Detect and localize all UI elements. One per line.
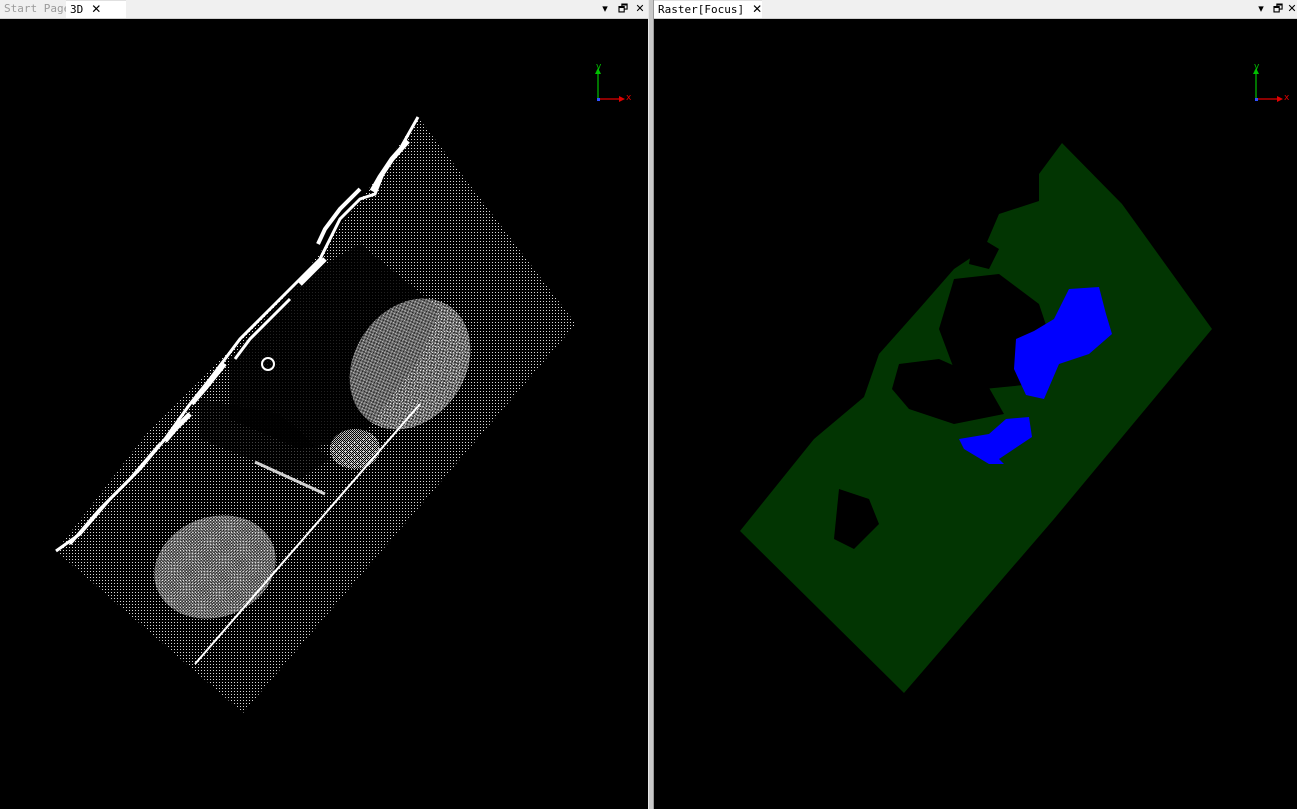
tab-start-page[interactable]: Start Page [0, 0, 70, 18]
tab-3d[interactable]: 3D ✕ [66, 0, 126, 18]
tab-label: 3D [70, 3, 84, 16]
axis-y-label: y [1254, 62, 1260, 72]
close-icon[interactable]: ✕ [752, 1, 762, 18]
raster-viewer-pane: Raster[Focus] ✕ ▾ 🗗 ✕ y x [654, 0, 1297, 809]
tab-raster-focus[interactable]: Raster[Focus] ✕ [654, 0, 762, 18]
axis-gizmo: y x [1248, 62, 1294, 105]
point-cloud-viewport[interactable]: y x [0, 19, 648, 809]
axis-y-label: y [596, 62, 602, 72]
raster-viewport[interactable]: y x [654, 19, 1297, 809]
close-icon[interactable]: ✕ [91, 1, 101, 18]
vegetation-cluster [330, 429, 380, 469]
axis-x-label: x [1284, 93, 1290, 103]
axis-gizmo: y x [590, 62, 636, 105]
tab-bar-left: Start Page 3D ✕ ▾ 🗗 ✕ [0, 0, 648, 19]
viewer-3d-pane: Start Page 3D ✕ ▾ 🗗 ✕ y x [0, 0, 648, 809]
point-cloud-render [55, 116, 576, 713]
chevron-down-icon[interactable]: ▾ [1254, 1, 1268, 17]
raster-render [740, 143, 1212, 693]
restore-icon[interactable]: 🗗 [1271, 1, 1285, 17]
chevron-down-icon[interactable]: ▾ [598, 1, 612, 17]
tab-label: Raster[Focus] [658, 3, 745, 16]
close-icon[interactable]: ✕ [633, 1, 647, 17]
axis-x-label: x [626, 93, 632, 103]
restore-icon[interactable]: 🗗 [616, 1, 630, 17]
close-icon[interactable]: ✕ [1285, 1, 1297, 17]
tab-bar-right: Raster[Focus] ✕ ▾ 🗗 ✕ [654, 0, 1297, 19]
tab-label: Start Page [4, 2, 71, 15]
